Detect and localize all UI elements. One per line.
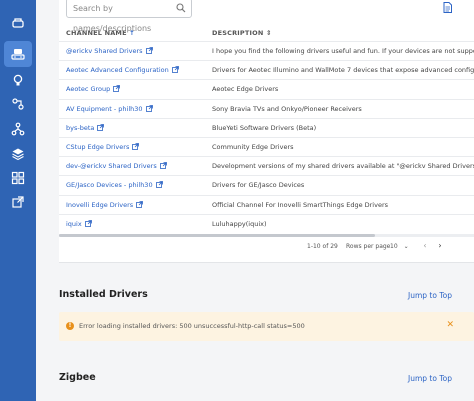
horizontal-scrollbar[interactable] [59,234,474,237]
row-divider [59,156,474,158]
row-divider [59,41,474,42]
scrollbar-thumb[interactable] [59,234,375,237]
external-link-icon [145,104,153,112]
channel-description: I hope you find the following drivers us… [212,47,474,55]
warning-icon: ! [66,322,74,330]
external-link-icon [113,85,121,93]
external-link-icon [155,181,163,189]
channel-description: Sony Bravia TVs and Onkyo/Pioneer Receiv… [212,104,362,113]
external-link-icon[interactable] [11,195,25,209]
chevron-down-icon: ⌄ [403,243,409,250]
channel-name-link[interactable]: GE/Jasco Devices - philh30 [66,181,163,189]
row-divider [59,175,474,177]
installed-drivers-title: Installed Drivers [59,289,148,300]
installed-jump-to-top-link[interactable]: Jump to Top [408,291,452,300]
channel-name-link[interactable]: iquix [66,220,92,228]
sort-icon: ⇕ [265,29,272,37]
channel-name-link[interactable]: AV Equipment - philh30 [66,105,153,113]
column-header-description[interactable]: DESCRIPTION ⇕ [212,29,272,37]
package-icon[interactable] [11,147,25,161]
drivers-icon[interactable] [11,47,25,61]
network-icon[interactable] [11,122,25,136]
rows-per-page-select[interactable]: 10 ⌄ [390,243,409,250]
rows-per-page-label: Rows per page [346,243,391,250]
main-content: Search by names/descriptions CHANNEL NAM… [36,0,474,401]
column-header-name[interactable]: CHANNEL NAME ↑ [66,29,135,37]
bulb-icon[interactable] [11,73,25,87]
channel-description: Development versions of my shared driver… [212,162,474,171]
row-divider [59,137,474,138]
zigbee-title: Zigbee [59,372,96,383]
external-link-icon [171,66,179,74]
channel-name-link[interactable]: Aeotec Group [66,85,121,93]
grid-icon[interactable] [11,171,25,185]
hub-icon[interactable] [11,16,25,30]
error-alert: ! Error loading installed drivers: 500 u… [59,312,474,341]
external-link-icon [159,162,167,170]
external-link-icon [136,200,144,208]
channel-name-link[interactable]: bys-beta [66,123,105,132]
external-link-icon [97,123,105,131]
document-icon[interactable] [443,2,452,13]
sort-up-icon: ↑ [129,29,135,37]
channel-description: Luluhappy(iquix) [212,219,267,228]
channels-card: Search by names/descriptions CHANNEL NAM… [59,0,474,263]
channel-name-link[interactable]: CStup Edge Drivers [66,143,140,151]
zigbee-jump-to-top-link[interactable]: Jump to Top [408,374,452,383]
row-divider [59,60,474,62]
external-link-icon [84,219,92,227]
channel-description: Community Edge Drivers [212,143,294,151]
channel-name-link[interactable]: Aeotec Advanced Configuration [66,66,179,74]
channel-name-link[interactable]: Inovelli Edge Drivers [66,200,144,209]
channel-name-link[interactable]: @erickv Shared Drivers [66,47,153,55]
channel-description: Official Channel For Inovelli SmartThing… [212,200,389,209]
error-message: Error loading installed drivers: 500 uns… [79,322,305,330]
search-input[interactable]: Search by names/descriptions [66,0,192,33]
row-divider [59,194,474,196]
row-divider [59,213,474,215]
automation-icon[interactable] [11,97,25,111]
next-page-button[interactable]: › [435,241,445,250]
pagination-range: 1-10 of 29 [307,243,338,250]
channel-name-link[interactable]: dev-@erickv Shared Drivers [66,162,167,170]
external-link-icon [132,143,140,150]
sidebar [0,0,36,401]
channel-description: Aeotec Edge Drivers [212,85,279,94]
channel-description: Drivers for GE/Jasco Devices [212,181,305,190]
close-icon[interactable]: ✕ [446,320,454,330]
row-divider [59,117,474,119]
channel-description: Drivers for Aeotec Illumino and WallMote… [212,66,474,75]
row-divider [59,79,474,81]
external-link-icon [145,47,153,54]
previous-page-button[interactable]: ‹ [420,241,430,250]
search-icon [176,3,186,13]
channel-description: BlueYeti Software Drivers (Beta) [212,123,317,132]
row-divider [59,98,474,100]
